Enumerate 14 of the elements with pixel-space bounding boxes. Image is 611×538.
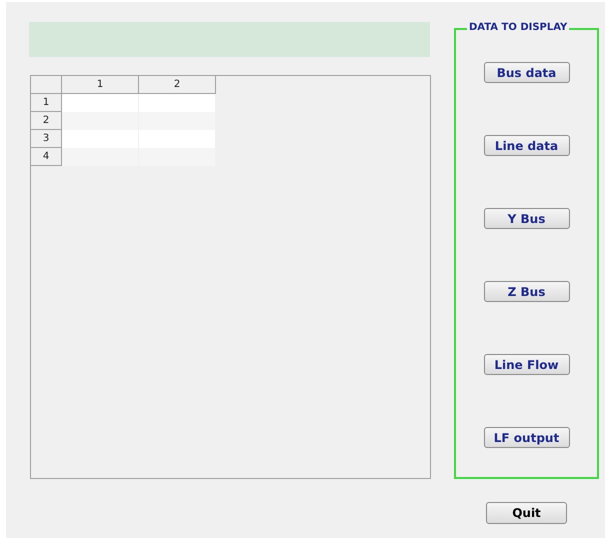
quit-button[interactable]: Quit (486, 502, 567, 524)
display-button[interactable]: Line data (484, 135, 570, 156)
display-button[interactable]: Line Flow (484, 354, 570, 375)
column-header: 2 (139, 76, 216, 94)
table-cell[interactable] (62, 130, 139, 148)
table-cell[interactable] (62, 112, 139, 130)
display-button[interactable]: Y Bus (484, 208, 570, 229)
display-button[interactable]: Bus data (484, 62, 570, 83)
display-button[interactable]: Z Bus (484, 281, 570, 302)
table-cell[interactable] (62, 94, 139, 112)
table-cell[interactable] (62, 148, 139, 166)
table-cell[interactable] (139, 94, 216, 112)
display-button[interactable]: LF output (484, 427, 570, 448)
column-header: 1 (62, 76, 139, 94)
